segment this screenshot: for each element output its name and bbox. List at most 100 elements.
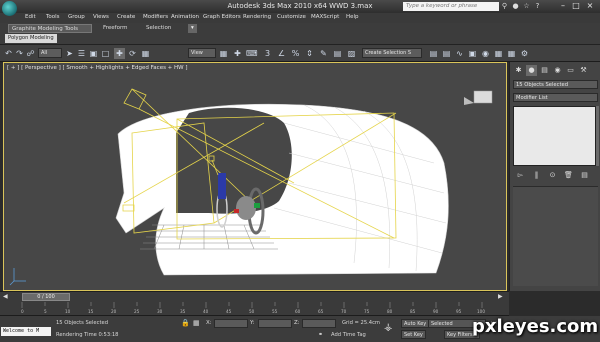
menu-maxscript[interactable]: MAXScript [311,14,339,20]
pin-stack-icon[interactable]: ▻ [516,171,525,180]
perspective-viewport[interactable]: [ + ] [ Perspective ] [ Smooth + Highlig… [3,62,507,291]
rendered-frame-window-icon[interactable]: ▦ [506,48,517,59]
track-bar[interactable]: 0 5 10 15 20 25 30 35 40 45 50 55 60 65 … [0,302,509,316]
viewport-label[interactable]: [ + ] [ Perspective ] [ Smooth + Highlig… [7,65,188,71]
communication-center-icon[interactable]: ● [511,2,520,11]
y-coordinate-field[interactable] [258,319,292,328]
rectangular-selection-icon[interactable]: ▣ [88,48,99,59]
selection-name-field[interactable]: 15 Objects Selected [513,80,598,89]
motion-tab-icon[interactable]: ◉ [552,65,563,76]
auto-key-button[interactable]: Auto Key [401,319,430,328]
link-icon[interactable]: ☍ [25,48,36,59]
modifier-stack-scrollbar[interactable] [596,106,599,166]
menu-rendering[interactable]: Rendering [243,14,271,20]
maximize-button[interactable]: □ [570,1,582,11]
menu-help[interactable]: Help [346,14,359,20]
tab-selection[interactable]: Selection [143,24,174,33]
layer-manager-icon[interactable]: ▤ [428,48,439,59]
render-setup-icon[interactable]: ▦ [493,48,504,59]
graphite-toggle-icon[interactable]: ▤ [441,48,452,59]
mirror-icon[interactable]: ▤ [332,48,343,59]
tick-label: 75 [364,309,370,314]
display-tab-icon[interactable]: ▭ [565,65,576,76]
menu-create[interactable]: Create [117,14,135,20]
pivot-center-icon[interactable]: ▦ [218,48,229,59]
menu-modifiers[interactable]: Modifiers [143,14,168,20]
tab-graphite-modeling-tools[interactable]: Graphite Modeling Tools [8,24,92,33]
percent-snap-icon[interactable]: % [290,48,301,59]
utilities-tab-icon[interactable]: ⚒ [578,65,589,76]
x-coordinate-field[interactable] [214,319,248,328]
edit-named-selection-icon[interactable]: ✎ [318,48,329,59]
menu-edit[interactable]: Edit [25,14,36,20]
app-logo-icon[interactable] [2,1,17,16]
reference-coordinate-dropdown[interactable]: View [188,48,216,58]
tick-label: 100 [477,309,485,314]
hierarchy-tab-icon[interactable]: ▤ [539,65,550,76]
select-by-name-icon[interactable]: ☰ [76,48,87,59]
menu-graph-editors[interactable]: Graph Editors [203,14,241,20]
align-icon[interactable]: ▨ [346,48,357,59]
keyboard-shortcut-icon[interactable]: ⌨ [246,48,258,59]
maxscript-listener[interactable]: Welcome to M [1,327,51,336]
modifier-stack[interactable] [513,106,596,166]
schematic-view-icon[interactable]: ▣ [467,48,478,59]
select-move-icon[interactable]: ✚ [114,48,125,59]
remove-modifier-icon[interactable]: 🗑 [564,171,573,180]
next-frame-icon[interactable]: ▶ [498,293,503,300]
select-object-icon[interactable]: ➤ [64,48,75,59]
curve-editor-icon[interactable]: ∿ [454,48,465,59]
tick-label: 15 [88,309,94,314]
modifier-list-dropdown[interactable]: Modifier List [513,93,598,102]
tab-freeform[interactable]: Freeform [100,24,131,33]
absolute-mode-icon[interactable]: ▦ [193,319,200,327]
tab-polygon-modeling[interactable]: Polygon Modeling [5,34,57,43]
angle-snap-icon[interactable]: ∠ [276,48,287,59]
search-input[interactable]: Type a keyword or phrase [403,2,499,11]
minimize-button[interactable]: – [557,1,569,11]
close-button[interactable]: × [584,1,596,11]
add-time-tag-button[interactable]: Add Time Tag [331,332,366,338]
select-manipulate-icon[interactable]: ✚ [232,48,243,59]
show-end-result-icon[interactable]: ‖ [532,171,541,180]
configure-modifier-sets-icon[interactable]: ▤ [580,171,589,180]
tick-label: 25 [134,309,140,314]
tick-label: 85 [410,309,416,314]
material-editor-icon[interactable]: ◉ [480,48,491,59]
z-coordinate-field[interactable] [302,319,336,328]
tick-label: 80 [387,309,393,314]
set-key-icon[interactable]: ⚶ [384,322,393,333]
tick-label: 60 [295,309,301,314]
menu-animation[interactable]: Animation [171,14,199,20]
help-icon[interactable]: ? [533,2,542,11]
y-coordinate-label: Y: [250,320,255,326]
ribbon-toggle-button[interactable]: ▾ [188,24,197,33]
menu-customize[interactable]: Customize [277,14,306,20]
create-tab-icon[interactable]: ✱ [513,65,524,76]
selection-lock-icon[interactable]: 🔒 [181,319,190,327]
time-tag-icon[interactable]: ⚭ [318,331,323,338]
render-production-icon[interactable]: ⚙ [519,48,530,59]
named-selection-sets-dropdown[interactable]: Create Selection S [362,48,422,58]
selection-status-text: 15 Objects Selected [56,320,108,326]
viewport-scene[interactable] [4,63,507,291]
select-scale-icon[interactable]: ▦ [140,48,151,59]
spinner-snap-icon[interactable]: ⇕ [304,48,315,59]
select-rotate-icon[interactable]: ⟳ [127,48,138,59]
modify-tab-icon[interactable]: ● [526,65,537,76]
undo-icon[interactable]: ↶ [3,48,14,59]
snaps-toggle-icon[interactable]: 3 [262,48,273,59]
window-crossing-icon[interactable]: □ [100,48,111,59]
redo-icon[interactable]: ↷ [14,48,25,59]
menu-views[interactable]: Views [93,14,109,20]
time-slider-thumb[interactable]: 0 / 100 [22,293,70,301]
star-icon[interactable]: ☆ [522,2,531,11]
set-key-button[interactable]: Set Key [401,330,426,339]
binoculars-icon[interactable]: ⚲ [500,2,509,11]
menu-group[interactable]: Group [68,14,85,20]
time-slider[interactable]: ◀ 0 / 100 ▶ [0,291,509,302]
selection-filter-dropdown[interactable]: All [38,48,62,58]
make-unique-icon[interactable]: ⊙ [548,171,557,180]
prev-frame-icon[interactable]: ◀ [3,293,8,300]
menu-tools[interactable]: Tools [46,14,60,20]
